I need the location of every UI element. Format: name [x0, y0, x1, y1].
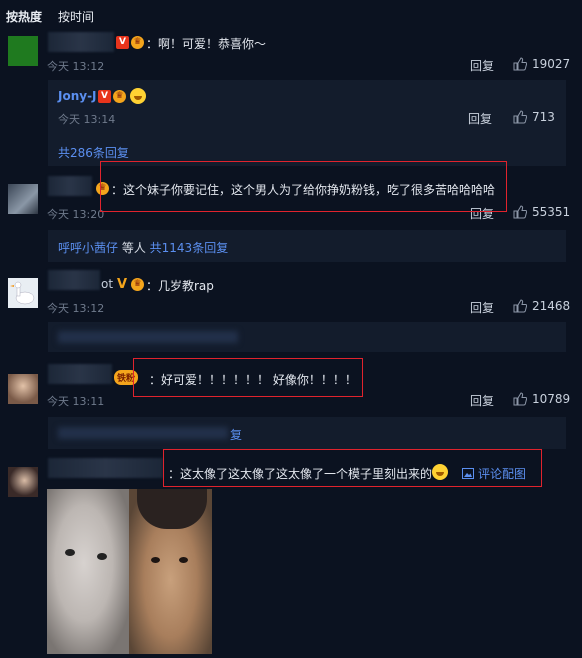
- comment-text: ：啊！可爱！恭喜你～: [146, 37, 267, 51]
- reply-button[interactable]: 回复: [470, 57, 494, 74]
- like-count: 10789: [532, 392, 571, 406]
- avatar[interactable]: [8, 36, 38, 66]
- comment-time: 今天 13:12: [47, 302, 105, 315]
- avatar[interactable]: [8, 184, 38, 214]
- reply-button[interactable]: 回复: [468, 110, 492, 127]
- vip-badge-icon: V: [117, 277, 128, 292]
- reply-summary-mid: 等人: [118, 241, 150, 255]
- thumb-up-icon: [513, 57, 527, 71]
- crown-badge-icon: ♛: [131, 36, 144, 49]
- blurred-reply: [58, 427, 228, 439]
- like-button[interactable]: 55351: [513, 205, 570, 219]
- reply-thread: 呼呼小茜仔 等人 共1143条回复: [48, 230, 566, 262]
- vip-badge-icon: V: [98, 90, 111, 103]
- highlight-box: [163, 449, 542, 487]
- sort-by-hot-tab[interactable]: 按热度: [6, 8, 42, 25]
- reply-thread: Jony-J V ♛ 今天 13:14 回复 713 共286条回复: [48, 80, 566, 166]
- avatar[interactable]: [8, 374, 38, 404]
- reply-thread-blurred: 复: [48, 417, 566, 449]
- reply-button[interactable]: 回复: [470, 299, 494, 316]
- username-tail[interactable]: ot: [101, 277, 113, 291]
- like-count: 21468: [532, 299, 571, 313]
- reply-summary: 呼呼小茜仔 等人 共1143条回复: [58, 239, 228, 256]
- goose-avatar-image: [10, 281, 35, 305]
- crown-badge-icon: ♛: [131, 278, 144, 291]
- vip-badge-icon: V: [116, 36, 129, 49]
- reply-username[interactable]: Jony-J: [58, 89, 97, 103]
- reply-time: 今天 13:14: [58, 113, 116, 126]
- sort-bar: 按热度 按时间: [6, 8, 94, 25]
- like-count: 55351: [532, 205, 571, 219]
- child-photo: [129, 489, 212, 654]
- like-button[interactable]: 10789: [513, 392, 570, 406]
- thumb-up-icon: [513, 299, 527, 313]
- username-blurred[interactable]: [48, 458, 163, 478]
- like-count: 713: [532, 110, 555, 124]
- thumb-up-icon: [513, 392, 527, 406]
- sort-by-time-tab[interactable]: 按时间: [58, 8, 94, 25]
- comment-text: ：几岁教rap: [146, 279, 214, 293]
- like-count: 19027: [532, 57, 571, 71]
- more-replies-link[interactable]: 复: [230, 426, 242, 443]
- baby-photo: [47, 489, 129, 654]
- thumb-up-icon: [513, 205, 527, 219]
- reply-thread-blurred: [48, 322, 566, 352]
- username-blurred[interactable]: [48, 364, 112, 384]
- comment-time: 今天 13:12: [47, 60, 105, 73]
- more-replies-link[interactable]: 共286条回复: [58, 144, 129, 161]
- comment-time: 今天 13:11: [47, 395, 105, 408]
- thumb-up-icon: [513, 110, 527, 124]
- more-replies-link[interactable]: 共1143条回复: [150, 241, 229, 255]
- username-blurred[interactable]: [48, 176, 92, 196]
- highlight-box: [133, 358, 363, 397]
- avatar[interactable]: [8, 278, 38, 308]
- grin-emoji-icon: [130, 88, 146, 104]
- username-blurred[interactable]: [48, 270, 100, 290]
- like-button[interactable]: 713: [513, 110, 555, 124]
- reply-button[interactable]: 回复: [470, 392, 494, 409]
- like-button[interactable]: 21468: [513, 299, 570, 313]
- comment-time: 今天 13:20: [47, 208, 105, 221]
- comment-attached-image[interactable]: [47, 489, 212, 654]
- highlight-box: [100, 161, 507, 212]
- reply-username[interactable]: 呼呼小茜仔: [58, 241, 118, 255]
- like-button[interactable]: 19027: [513, 57, 570, 71]
- avatar[interactable]: [8, 467, 38, 497]
- username-blurred[interactable]: [48, 32, 114, 52]
- crown-badge-icon: ♛: [113, 90, 126, 103]
- blurred-reply: [58, 331, 238, 343]
